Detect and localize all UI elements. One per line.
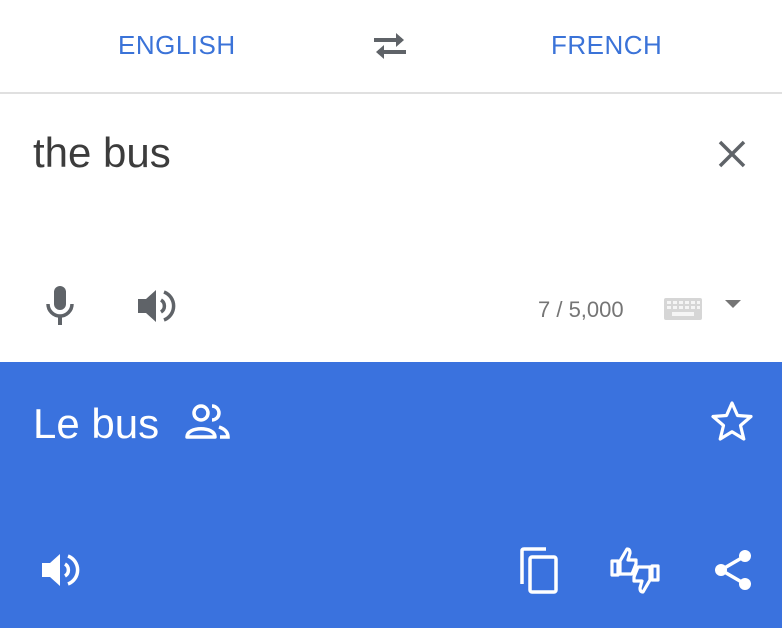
language-bar: ENGLISH FRENCH	[0, 0, 782, 94]
microphone-icon[interactable]	[42, 284, 78, 328]
translated-text: Le bus	[33, 400, 160, 447]
character-count: 7 / 5,000	[538, 297, 624, 322]
source-text-input[interactable]: the bus	[33, 129, 171, 177]
translation-panel: Le bus	[0, 362, 782, 628]
target-language-button[interactable]: FRENCH	[551, 30, 662, 61]
caret-down-icon[interactable]	[724, 298, 742, 310]
share-icon[interactable]	[712, 548, 754, 592]
speaker-icon[interactable]	[134, 284, 178, 328]
community-verified-icon	[184, 402, 232, 442]
output-speaker-icon[interactable]	[38, 548, 82, 592]
feedback-thumbs-icon[interactable]	[608, 544, 662, 596]
source-language-button[interactable]: ENGLISH	[118, 30, 236, 61]
keyboard-icon[interactable]	[664, 298, 702, 320]
input-panel: the bus	[0, 94, 782, 362]
close-icon[interactable]	[712, 134, 752, 174]
swap-languages-icon[interactable]	[368, 28, 412, 64]
copy-icon[interactable]	[516, 546, 562, 596]
star-outline-icon[interactable]	[710, 400, 754, 442]
